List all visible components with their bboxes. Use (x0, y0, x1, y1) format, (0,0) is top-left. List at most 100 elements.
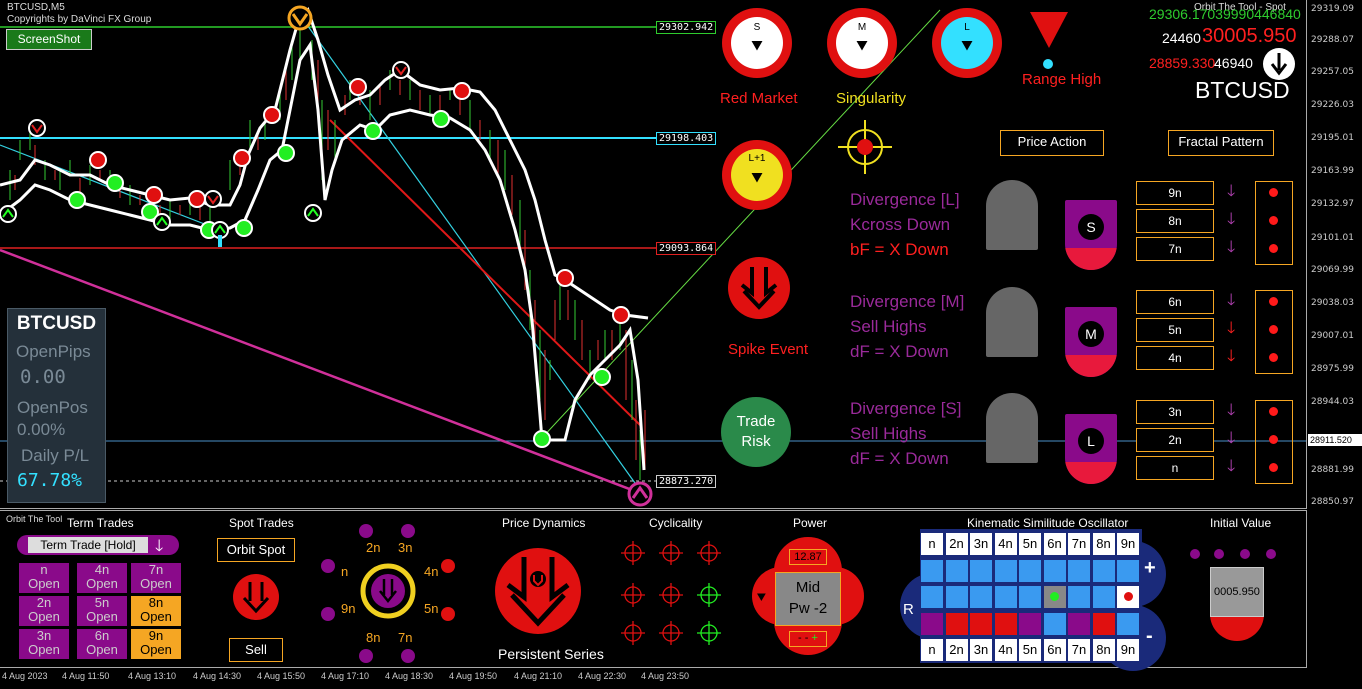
chart-area[interactable]: BTCUSD,M5 Copyrights by DaVinci FX Group… (0, 0, 1307, 509)
price-action-button[interactable]: Price Action (1000, 130, 1104, 156)
kso-minus-button[interactable]: - (1146, 625, 1153, 648)
open-pips-label: OpenPips (16, 342, 91, 361)
gauge-l[interactable]: L ⯆ (932, 8, 1002, 78)
orbit-label-8n: 8n (366, 630, 381, 645)
kso-header-cell: 3n (970, 639, 992, 661)
divergence-s-line2: Sell Highs (850, 424, 927, 443)
term-trades-title: Term Trades (67, 516, 134, 530)
singularity-label: Singularity (836, 90, 907, 107)
divergence-s-title: Divergence [S] (850, 399, 962, 418)
divergence-m-line2: Sell Highs (850, 317, 927, 336)
term-cell-8n[interactable]: 8n Open (131, 596, 181, 626)
power-title: Power (793, 516, 828, 530)
price-tick: 29101.01 (1311, 233, 1354, 243)
nbox-6n[interactable]: 6n (1136, 290, 1214, 314)
term-cell-2n[interactable]: 2n Open (19, 596, 69, 626)
price-tick: 29257.05 (1311, 67, 1354, 77)
kso-cell (945, 586, 968, 608)
nbox-8n[interactable]: 8n (1136, 209, 1214, 233)
down-arrow-icon: 🡓 (1227, 211, 1236, 228)
price-green: 29306.17039990446840 (1149, 6, 1301, 22)
kso-header-cell: 6n (1043, 639, 1066, 661)
initial-value-dots (1190, 549, 1290, 561)
signal-dots-l (1255, 181, 1293, 265)
nbox-2n[interactable]: 2n (1136, 428, 1214, 452)
kso-r-button[interactable]: R (903, 601, 914, 618)
trade-risk-icon[interactable]: Trade Risk (721, 397, 791, 467)
kso-plus-button[interactable]: + (1144, 557, 1156, 580)
term-cell-n[interactable]: n Open (19, 563, 69, 593)
divergence-l-line3: bF = X Down (850, 240, 949, 259)
price-tick: 29007.01 (1311, 331, 1354, 341)
cyclicality-grid (621, 541, 721, 645)
copyright-text: Copyrights by DaVinci FX Group (7, 14, 152, 25)
kso-cell (1019, 586, 1041, 608)
down-arrow-icon: ⯆ (854, 36, 870, 58)
symbol-large: BTCUSD (1195, 77, 1290, 103)
gauge-m[interactable]: M ⯆ (827, 8, 897, 78)
screenshot-button[interactable]: ScreenShot (6, 29, 92, 50)
kso-cell (1092, 612, 1115, 635)
down-arrow-icon: 🡓 (1227, 458, 1236, 475)
term-cell-5n[interactable]: 5n Open (77, 596, 127, 626)
term-cell-3n[interactable]: 3n Open (19, 629, 69, 659)
power-mid: Mid (795, 579, 821, 596)
spot-down-icon (233, 574, 279, 620)
kso-cell (1092, 559, 1115, 582)
kso-cell (994, 559, 1017, 582)
nbox-4n[interactable]: 4n (1136, 346, 1214, 370)
fractal-pattern-button[interactable]: Fractal Pattern (1168, 130, 1274, 156)
orbit-label-5n: 5n (424, 601, 439, 616)
kso-header-cell: 3n (970, 533, 992, 555)
kso-cell (994, 612, 1017, 635)
initial-value-box: 0005.950 (1210, 567, 1264, 617)
term-cell-9n[interactable]: 9n Open (131, 629, 181, 659)
spike-event-label: Spike Event (728, 341, 809, 358)
symbol-timeframe: BTCUSD,M5 (7, 2, 65, 13)
kso-cell (921, 612, 943, 635)
kso-cell (1043, 612, 1066, 635)
kso-cell (1019, 612, 1041, 635)
trade-risk-label: Trade Risk (736, 413, 776, 450)
tombstone-icon (986, 180, 1038, 250)
price-tick: 28975.99 (1311, 364, 1354, 374)
spike-event-icon (728, 257, 790, 319)
nbox-3n[interactable]: 3n (1136, 400, 1214, 424)
divergence-l-line2: Kcross Down (850, 215, 951, 234)
open-pips-value: 0.00 (20, 366, 66, 388)
orbit-wheel (321, 524, 455, 663)
kso-cell (1043, 559, 1066, 582)
kso-cell (1068, 586, 1090, 608)
kso-header-cell: 9n (1117, 533, 1139, 555)
term-hold-toggle[interactable]: Term Trade [Hold] 🡓 (17, 535, 179, 555)
daily-pl-value: 67.78% (17, 470, 83, 491)
price-tick: 29069.99 (1311, 265, 1354, 275)
nbox-7n[interactable]: 7n (1136, 237, 1214, 261)
nbox-9n[interactable]: 9n (1136, 181, 1214, 205)
nbox-n[interactable]: n (1136, 456, 1214, 480)
kso-cell (945, 612, 968, 635)
nbox-5n[interactable]: 5n (1136, 318, 1214, 342)
down-arrow-icon: 🡓 (1227, 402, 1236, 419)
badge-s: S (1065, 200, 1117, 270)
gauge-s[interactable]: S ⯆ (722, 8, 792, 78)
term-cell-7n[interactable]: 7n Open (131, 563, 181, 593)
price-dynamics-title: Price Dynamics (502, 516, 586, 530)
orbit-spot-button[interactable]: Orbit Spot (217, 538, 295, 562)
kso-header-cell: 7n (1068, 533, 1090, 555)
kso-header-cell: 2n (945, 639, 968, 661)
term-cell-4n[interactable]: 4n Open (77, 563, 127, 593)
daily-pl-label: Daily P/L (21, 446, 90, 465)
gauge-l1[interactable]: L+1 ⯆ (722, 140, 792, 210)
power-widget: 12.87 Mid Pw -2 ⯆ - - + (752, 537, 864, 655)
down-arrow-icon: 🡓 (1227, 348, 1236, 365)
kso-cell (1068, 612, 1090, 635)
sell-button[interactable]: Sell (229, 638, 283, 662)
term-cell-6n[interactable]: 6n Open (77, 629, 127, 659)
kso-header-cell: 8n (1092, 639, 1115, 661)
kso-cell (970, 586, 992, 608)
kso-header-cell: 5n (1019, 639, 1041, 661)
power-value: 12.87 (789, 549, 827, 565)
initial-value-widget: 0005.950 (1210, 567, 1264, 641)
gauge-m-label: M (857, 22, 867, 33)
